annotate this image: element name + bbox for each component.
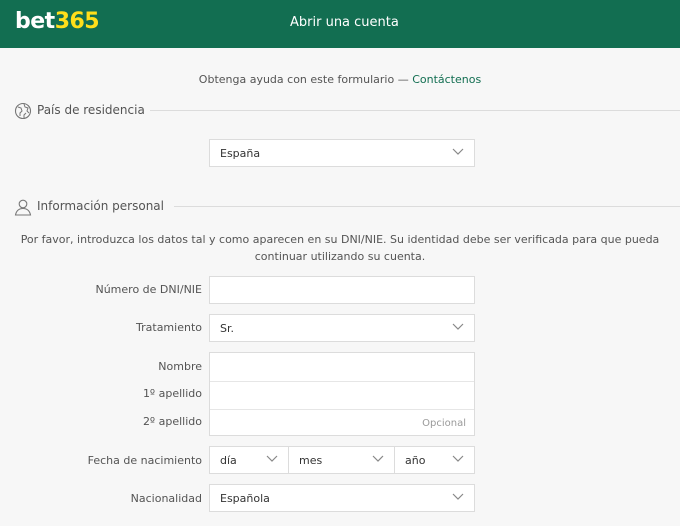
country-select-value: España	[220, 146, 261, 160]
chevron-down-icon	[452, 493, 464, 500]
logo-text-bet: bet	[15, 9, 55, 34]
nationality-label: Nacionalidad	[130, 492, 202, 505]
surname2-label: 2º apellido	[142, 415, 202, 428]
section-personal-label: Información personal	[37, 199, 164, 213]
user-icon	[14, 199, 32, 216]
dob-month-select[interactable]: mes	[288, 446, 395, 474]
section-divider	[174, 206, 680, 207]
dni-text-field[interactable]	[210, 277, 474, 303]
logo-text-365: 365	[54, 9, 100, 34]
dob-day-value: día	[220, 453, 237, 467]
page-title: Abrir una cuenta	[290, 15, 399, 30]
dob-month-value: mes	[299, 453, 323, 467]
surname2-placeholder: Opcional	[422, 417, 466, 429]
section-residence-label: País de residencia	[37, 103, 145, 117]
globe-icon	[14, 102, 32, 120]
dob-label: Fecha de nacimiento	[87, 454, 202, 467]
identity-instructions: Por favor, introduzca los datos tal y co…	[20, 233, 660, 263]
help-text: Obtenga ayuda con este formulario —	[198, 73, 413, 86]
dob-year-value: año	[405, 453, 426, 467]
section-personal: Información personal	[14, 196, 174, 216]
section-divider	[150, 110, 680, 111]
name-label: Nombre	[158, 360, 202, 373]
chevron-down-icon	[266, 455, 278, 462]
section-residence: País de residencia	[14, 100, 154, 120]
title-select[interactable]: Sr.	[209, 314, 475, 342]
country-select[interactable]: España	[209, 139, 475, 167]
chevron-down-icon	[452, 455, 464, 462]
surname1-label: 1º apellido	[142, 387, 202, 400]
contact-link[interactable]: Contáctenos	[412, 73, 481, 86]
title-label: Tratamiento	[136, 321, 202, 334]
chevron-down-icon	[372, 455, 384, 462]
dni-label: Número de DNI/NIE	[95, 283, 202, 296]
nationality-select[interactable]: Española	[209, 484, 475, 512]
surname2-input[interactable]: Opcional	[210, 410, 474, 436]
bet365-logo[interactable]: bet365	[15, 9, 100, 35]
name-input[interactable]	[210, 353, 474, 381]
nationality-select-value: Española	[220, 491, 270, 505]
name-fields-group: Opcional	[209, 352, 475, 436]
dob-day-select[interactable]: día	[209, 446, 289, 474]
help-line: Obtenga ayuda con este formulario — Cont…	[0, 73, 680, 87]
title-select-value: Sr.	[220, 321, 234, 335]
dob-year-select[interactable]: año	[394, 446, 475, 474]
chevron-down-icon	[452, 148, 464, 155]
top-bar: bet365 Abrir una cuenta	[0, 0, 680, 48]
chevron-down-icon	[452, 323, 464, 330]
dni-input[interactable]	[209, 276, 475, 304]
surname1-input[interactable]	[210, 382, 474, 409]
